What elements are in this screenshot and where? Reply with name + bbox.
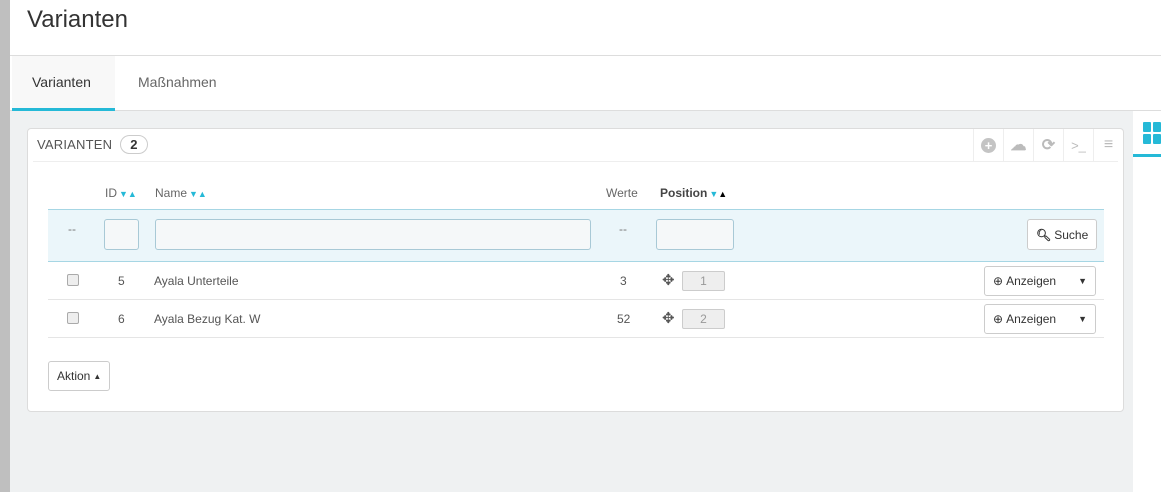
zoom-in-icon: ⊕ xyxy=(993,312,1004,326)
row-checkbox[interactable] xyxy=(67,312,79,324)
sort-icon[interactable]: ▼▲ xyxy=(709,189,727,199)
id-filter-input[interactable] xyxy=(104,219,139,250)
drag-handle-icon[interactable]: ✥ xyxy=(662,309,675,327)
column-header-position[interactable]: Position ▼▲ xyxy=(660,186,727,200)
tab-massnahmen[interactable]: Maßnahmen xyxy=(118,56,237,111)
filter-placeholder: -- xyxy=(68,222,76,236)
row-werte: 3 xyxy=(620,274,627,288)
drag-handle-icon[interactable]: ✥ xyxy=(662,271,675,289)
row-name: Ayala Unterteile xyxy=(154,274,239,288)
page-title: Varianten xyxy=(27,6,128,33)
sort-icon[interactable]: ▼▲ xyxy=(189,189,207,199)
panel-heading: VARIANTEN 2 xyxy=(37,135,148,161)
row-id: 6 xyxy=(118,312,125,326)
chevron-down-icon[interactable]: ▼ xyxy=(1078,276,1087,286)
sort-icon[interactable]: ▼▲ xyxy=(119,189,137,199)
row-checkbox[interactable] xyxy=(67,274,79,286)
column-header-name[interactable]: Name ▼▲ xyxy=(155,186,207,200)
row-id: 5 xyxy=(118,274,125,288)
panel-title: VARIANTEN xyxy=(37,137,113,152)
name-filter-input[interactable] xyxy=(155,219,591,250)
divider xyxy=(33,161,1118,162)
row-werte: 52 xyxy=(617,312,631,326)
right-panel xyxy=(1133,111,1161,492)
sidebar-edge xyxy=(0,0,10,492)
table-row: 6 Ayala Bezug Kat. W 52 ✥ 2 ⊕ Anzeigen ▼ xyxy=(48,300,1104,338)
database-icon[interactable]: ≡ xyxy=(1093,129,1123,161)
terminal-icon[interactable]: >_ xyxy=(1063,129,1093,161)
werte-filter-placeholder: -- xyxy=(619,222,627,236)
panel-toolbar: + ☁ ⟳ >_ ≡ xyxy=(973,129,1123,161)
column-header-id[interactable]: ID ▼▲ xyxy=(105,186,137,200)
row-position: 1 xyxy=(682,271,725,291)
row-position: 2 xyxy=(682,309,725,329)
table-row: 5 Ayala Unterteile 3 ✥ 1 ⊕ Anzeigen ▼ xyxy=(48,262,1104,300)
count-badge: 2 xyxy=(120,135,148,154)
search-icon: 🔍︎ xyxy=(1036,227,1052,242)
add-icon[interactable]: + xyxy=(973,129,1003,161)
column-header-werte: Werte xyxy=(606,186,638,200)
chevron-down-icon[interactable]: ▼ xyxy=(1078,314,1087,324)
caret-up-icon: ▲ xyxy=(93,371,102,381)
bulk-action-button[interactable]: Aktion ▲ xyxy=(48,361,111,391)
zoom-in-icon: ⊕ xyxy=(993,274,1004,288)
view-button[interactable]: ⊕ Anzeigen ▼ xyxy=(984,304,1096,334)
search-button[interactable]: 🔍︎ Suche xyxy=(1027,219,1098,250)
row-name: Ayala Bezug Kat. W xyxy=(154,312,261,326)
tab-varianten[interactable]: Varianten xyxy=(12,56,115,111)
position-filter-input[interactable] xyxy=(656,219,734,250)
tab-bar: Varianten Maßnahmen xyxy=(10,56,1161,111)
variants-panel: VARIANTEN 2 + ☁ ⟳ >_ ≡ ID ▼▲ Name ▼▲ Werte … xyxy=(27,128,1124,412)
refresh-icon[interactable]: ⟳ xyxy=(1033,129,1063,161)
grid-icon[interactable] xyxy=(1143,122,1161,144)
cloud-upload-icon[interactable]: ☁ xyxy=(1003,129,1033,161)
active-indicator xyxy=(1133,154,1161,157)
view-button[interactable]: ⊕ Anzeigen ▼ xyxy=(984,266,1096,296)
page-header: Varianten xyxy=(10,0,1161,56)
filter-row: -- -- 🔍︎ Suche xyxy=(48,209,1104,262)
